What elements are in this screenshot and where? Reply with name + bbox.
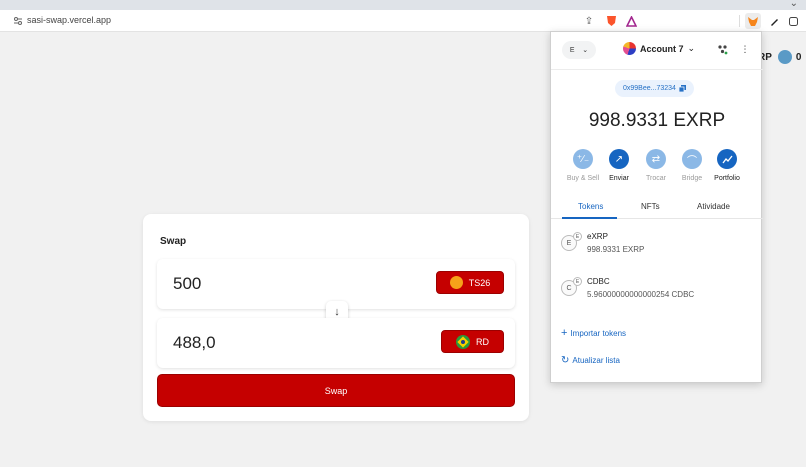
tab-tokens[interactable]: Tokens [578,202,603,211]
brave-shield-icon[interactable] [604,14,618,28]
token-avatar: C E [561,277,582,296]
plus-icon: + [561,327,568,339]
swap-title: Swap [160,236,187,247]
site-info-icon[interactable] [12,15,24,27]
import-tokens-label: Importar tokens [570,328,627,338]
token-name: CDBC [587,277,610,286]
address-copy-button[interactable]: 0x99Bee...73234 [615,80,694,97]
wallet-status[interactable]: RP 0 [758,50,801,64]
swap-card: Swap 500 TS26 ↓ 488,0 RD Swap [143,214,529,421]
network-badge: E [573,277,582,286]
swap-action-label: Trocar [646,175,666,182]
swap-arrows-icon: ⇄ [646,149,666,169]
tab-activity[interactable]: Atividade [697,202,730,211]
token-coin-icon [449,276,463,289]
active-tab-indicator [562,217,617,219]
swap-button[interactable]: Swap [157,374,515,407]
arrow-up-right-icon: ↗ [609,149,629,169]
network-selector[interactable]: E ⌄ [562,41,596,59]
connected-sites-icon[interactable] [716,43,728,55]
brave-rewards-icon[interactable] [624,14,638,28]
avatar[interactable] [777,50,792,64]
portfolio-button[interactable]: Portfolio [709,149,745,182]
account-balance: 998.9331 EXRP [588,110,726,131]
asset-tabs: Tokens NFTs Atividade [551,201,763,219]
import-tokens-link[interactable]: + Importar tokens [561,327,626,339]
metamask-fox-icon[interactable] [745,13,761,29]
address-bar[interactable]: sasi-swap.vercel.app ⇪ [0,10,806,32]
action-bar: ⁺∕₋ Buy & Sell ↗ Enviar ⇄ Trocar ⌒ Bridg… [565,149,751,185]
from-amount-input[interactable]: 500 [173,274,201,294]
metamask-popup: E ⌄ Account 7 ⌄ ⋮ 0x99Bee...73234 998.93… [550,31,763,383]
from-token-select[interactable]: TS26 [436,271,504,294]
brazil-flag-icon [456,334,470,349]
swap-action-button[interactable]: ⇄ Trocar [638,149,674,182]
network-badge: E [573,232,582,241]
share-icon[interactable]: ⇪ [582,14,596,28]
token-row[interactable]: E E eXRP 998.9331 EXRP [561,232,751,262]
chevron-down-icon[interactable]: ⌄ [790,0,798,9]
wallet-count: 0 [795,51,802,63]
refresh-list-label: Atualizar lista [572,356,620,365]
buy-sell-button[interactable]: ⁺∕₋ Buy & Sell [565,149,601,182]
more-options-icon[interactable]: ⋮ [739,43,751,55]
send-label: Enviar [609,175,629,182]
bridge-icon: ⌒ [682,149,702,169]
pen-icon[interactable] [767,14,781,28]
to-token-select[interactable]: RD [441,330,504,353]
chevron-down-icon: ⌄ [687,43,696,53]
chart-icon [717,149,737,169]
to-field[interactable]: 488,0 RD [157,318,515,368]
account-address: 0x99Bee...73234 [623,85,676,92]
token-balance: 998.9331 EXRP [587,245,645,254]
extensions-icon[interactable] [786,14,800,28]
bridge-label: Bridge [681,175,703,182]
token-name: eXRP [587,232,608,241]
from-token-label: TS26 [468,277,491,288]
tab-strip: ⌄ [0,0,806,10]
token-row[interactable]: C E CDBC 5.96000000000000254 CDBC [561,277,751,307]
tab-nfts[interactable]: NFTs [641,202,660,211]
network-letter: E [569,46,575,54]
url-text[interactable]: sasi-swap.vercel.app [27,15,111,25]
account-name: Account 7 [640,43,684,54]
bridge-button[interactable]: ⌒ Bridge [674,149,710,182]
copy-icon [678,85,686,92]
refresh-list-link[interactable]: ↻ Atualizar lista [561,355,620,366]
token-avatar: E E [561,232,582,251]
account-avatar [623,42,636,55]
buy-sell-label: Buy & Sell [566,175,600,182]
plus-minus-icon: ⁺∕₋ [573,149,593,169]
toolbar-divider [739,15,740,27]
token-balance: 5.96000000000000254 CDBC [587,290,695,299]
account-selector[interactable]: Account 7 ⌄ [623,42,695,55]
to-token-label: RD [476,336,489,347]
send-button[interactable]: ↗ Enviar [601,149,637,182]
portfolio-label: Portfolio [714,175,740,182]
arrow-down-icon: ↓ [334,306,340,318]
to-amount-input[interactable]: 488,0 [173,333,216,353]
refresh-icon: ↻ [561,355,570,366]
chevron-down-icon: ⌄ [582,47,589,54]
header-divider [551,69,763,70]
